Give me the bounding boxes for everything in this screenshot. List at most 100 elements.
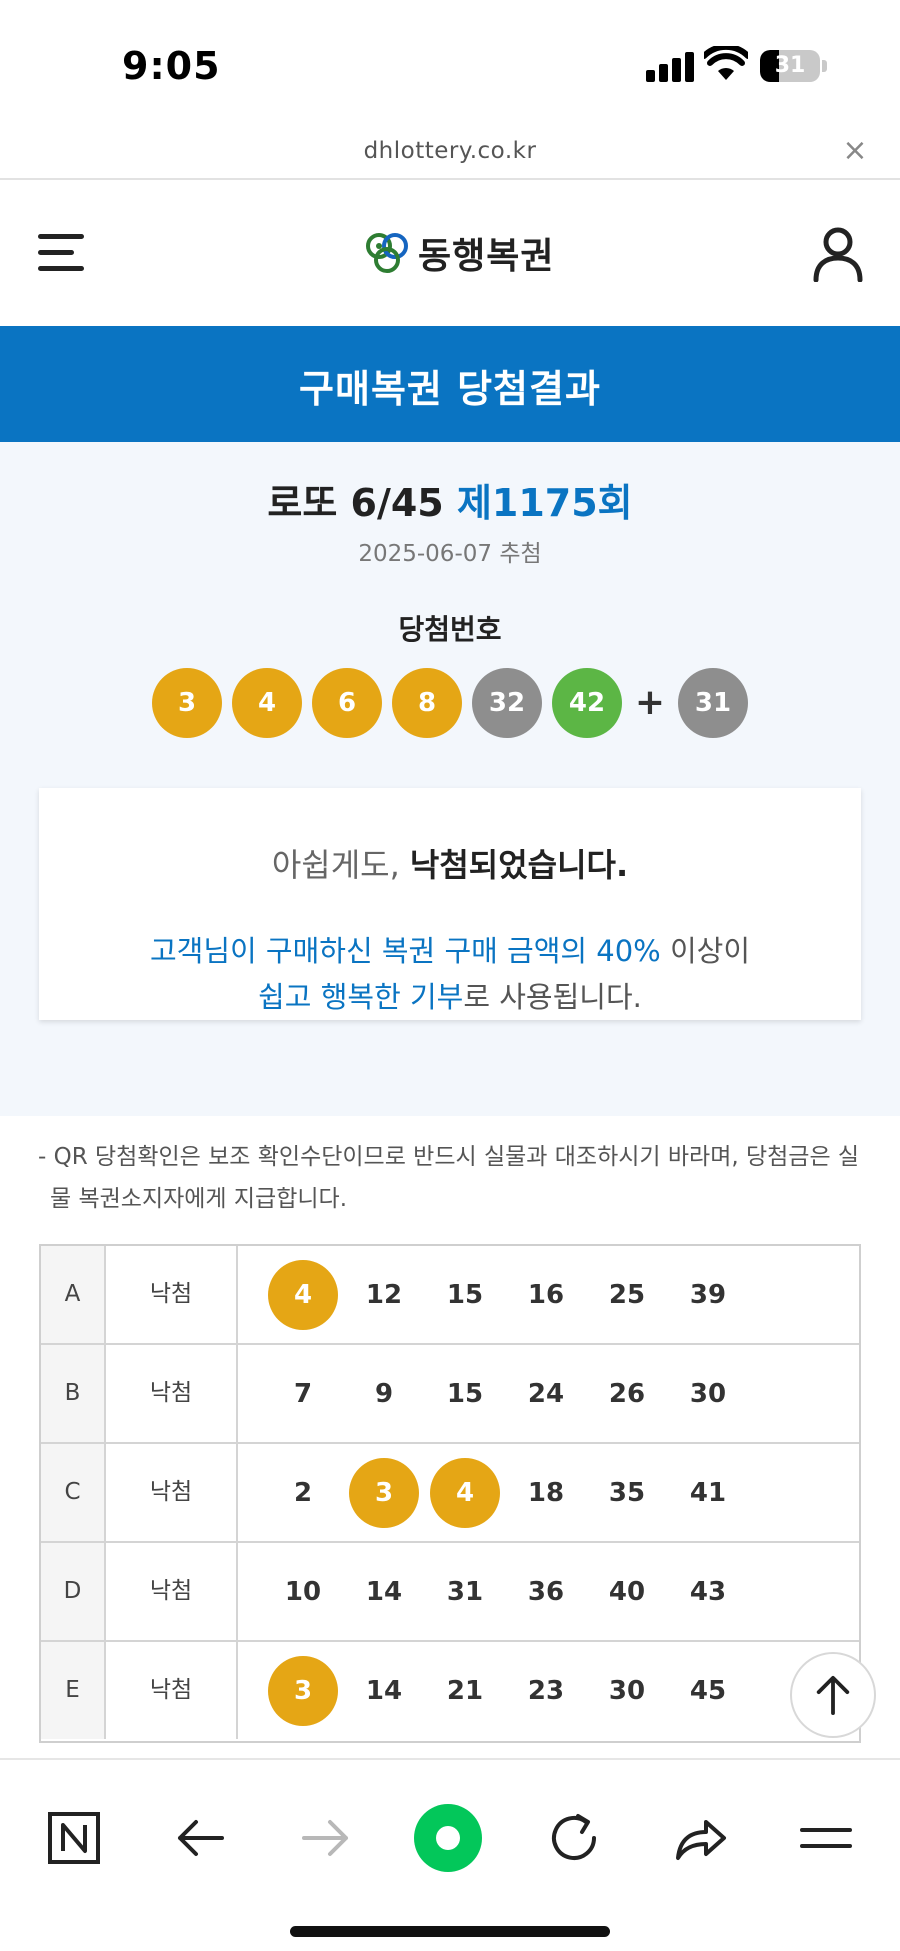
ticket-slot: B — [41, 1345, 106, 1442]
ticket-row: E 낙첨 3 14 21 23 30 45 — [41, 1642, 859, 1741]
green-dot-icon[interactable] — [412, 1802, 484, 1874]
ticket-number: 10 — [284, 1577, 322, 1607]
ticket-row: C 낙첨 2 3 4 18 35 41 — [41, 1444, 859, 1543]
ticket-number: 35 — [608, 1478, 646, 1508]
ticket-slot: C — [41, 1444, 106, 1541]
ticket-number-matched: 4 — [268, 1260, 338, 1330]
page-banner: 구매복권 당첨결과 — [0, 326, 900, 442]
site-header: 동행복권 — [0, 182, 900, 326]
ticket-number: 23 — [527, 1676, 565, 1706]
ticket-result: 낙첨 — [106, 1345, 238, 1442]
ticket-number: 7 — [293, 1379, 313, 1409]
winning-numbers: 3 4 6 8 32 42 + 31 — [0, 668, 900, 738]
draw-date: 2025-06-07 추첨 — [358, 541, 542, 567]
url-text[interactable]: dhlottery.co.kr — [0, 138, 900, 164]
donation-text: 이상이 — [660, 934, 750, 968]
wifi-icon — [704, 46, 748, 80]
ticket-number: 40 — [608, 1577, 646, 1607]
clover-logo-icon — [366, 233, 408, 273]
ticket-number: 25 — [608, 1280, 646, 1310]
ticket-result: 낙첨 — [106, 1444, 238, 1541]
battery-level: 31 — [774, 53, 806, 78]
winning-ball: 3 — [152, 668, 222, 738]
plus-sign: + — [634, 682, 666, 723]
result-message-strong: 낙첨되었습니다. — [409, 846, 629, 884]
ticket-number: 15 — [446, 1280, 484, 1310]
result-message: 아쉽게도, 낙첨되었습니다. — [39, 840, 861, 886]
ticket-number: 18 — [527, 1478, 565, 1508]
ticket-number: 9 — [374, 1379, 394, 1409]
ticket-number: 30 — [689, 1379, 727, 1409]
ticket-number: 24 — [527, 1379, 565, 1409]
hamburger-icon[interactable] — [38, 234, 84, 272]
ticket-number: 43 — [689, 1577, 727, 1607]
user-icon[interactable] — [812, 226, 864, 282]
ticket-number: 14 — [365, 1676, 403, 1706]
status-bar: 9:05 31 — [0, 0, 900, 130]
result-message-card: 아쉽게도, 낙첨되었습니다. 고객님이 구매하신 복권 구매 금액의 40% 이… — [39, 788, 861, 1020]
url-bar[interactable]: dhlottery.co.kr × — [0, 130, 900, 180]
winning-ball: 32 — [472, 668, 542, 738]
donation-text: 로 사용됩니다. — [463, 980, 642, 1014]
status-time: 9:05 — [122, 44, 221, 88]
ticket-row: A 낙첨 4 12 15 16 25 39 — [41, 1246, 859, 1345]
result-section: 로또 6/45 제1175회 2025-06-07 추첨 당첨번호 3 4 6 … — [0, 442, 900, 1116]
ticket-number: 36 — [527, 1577, 565, 1607]
back-arrow-icon[interactable] — [170, 1808, 230, 1868]
ticket-number: 26 — [608, 1379, 646, 1409]
refresh-icon[interactable] — [544, 1808, 604, 1868]
ticket-number: 41 — [689, 1478, 727, 1508]
ticket-number-matched: 3 — [349, 1458, 419, 1528]
ticket-number: 30 — [608, 1676, 646, 1706]
ticket-table: A 낙첨 4 12 15 16 25 39 B 낙첨 7 9 15 24 26 30 C 낙첨 2 3 4 18 35 41 D… — [39, 1244, 861, 1743]
browser-toolbar — [0, 1758, 900, 1951]
qr-notice-line: - QR 당첨확인은 보조 확인수단이므로 반드시 실물과 대조하시기 바라며,… — [38, 1144, 860, 1170]
ticket-result: 낙첨 — [106, 1642, 238, 1739]
ticket-number: 21 — [446, 1676, 484, 1706]
qr-notice: - QR 당첨확인은 보조 확인수단이므로 반드시 실물과 대조하시기 바라며,… — [38, 1136, 868, 1220]
ticket-number: 31 — [446, 1577, 484, 1607]
close-icon[interactable]: × — [840, 136, 870, 166]
donation-message-line1: 고객님이 구매하신 복권 구매 금액의 40% 이상이 — [39, 928, 861, 970]
cellular-signal-icon — [646, 52, 694, 82]
ticket-slot: E — [41, 1642, 106, 1739]
winning-ball: 6 — [312, 668, 382, 738]
winning-ball: 8 — [392, 668, 462, 738]
ticket-number-matched: 4 — [430, 1458, 500, 1528]
bonus-ball: 31 — [678, 668, 748, 738]
ticket-number: 14 — [365, 1577, 403, 1607]
forward-arrow-icon[interactable] — [296, 1808, 356, 1868]
ticket-number: 15 — [446, 1379, 484, 1409]
arrow-up-icon[interactable] — [790, 1652, 876, 1738]
battery-nub — [822, 60, 827, 72]
ticket-row: B 낙첨 7 9 15 24 26 30 — [41, 1345, 859, 1444]
donation-highlight: 고객님이 구매하신 복권 구매 금액의 40% — [149, 934, 661, 968]
ticket-number: 39 — [689, 1280, 727, 1310]
donation-highlight: 쉽고 행복한 기부 — [258, 980, 464, 1014]
ticket-result: 낙첨 — [106, 1543, 238, 1640]
ticket-number: 16 — [527, 1280, 565, 1310]
round-title: 로또 6/45 제1175회 — [0, 472, 900, 527]
donation-message-line2: 쉽고 행복한 기부로 사용됩니다. — [39, 974, 861, 1016]
battery-icon: 31 — [760, 50, 820, 82]
winning-ball: 42 — [552, 668, 622, 738]
ticket-number: 2 — [293, 1478, 313, 1508]
ticket-result: 낙첨 — [106, 1246, 238, 1343]
page-title: 구매복권 당첨결과 — [299, 367, 601, 411]
winning-numbers-label: 당첨번호 — [398, 613, 502, 646]
ticket-slot: D — [41, 1543, 106, 1640]
result-message-prefix: 아쉽게도, — [271, 846, 410, 884]
menu-lines-icon[interactable] — [796, 1808, 856, 1868]
winning-ball: 4 — [232, 668, 302, 738]
naver-n-icon[interactable] — [44, 1808, 104, 1868]
ticket-number: 45 — [689, 1676, 727, 1706]
ticket-number: 12 — [365, 1280, 403, 1310]
site-logo[interactable]: 동행복권 — [364, 228, 554, 278]
ticket-slot: A — [41, 1246, 106, 1343]
ticket-row: D 낙첨 10 14 31 36 40 43 — [41, 1543, 859, 1642]
share-icon[interactable] — [670, 1808, 730, 1868]
round-number: 제1175회 — [456, 481, 633, 525]
ticket-number-matched: 3 — [268, 1656, 338, 1726]
logo-text: 동행복권 — [418, 236, 555, 277]
home-indicator — [290, 1926, 610, 1937]
